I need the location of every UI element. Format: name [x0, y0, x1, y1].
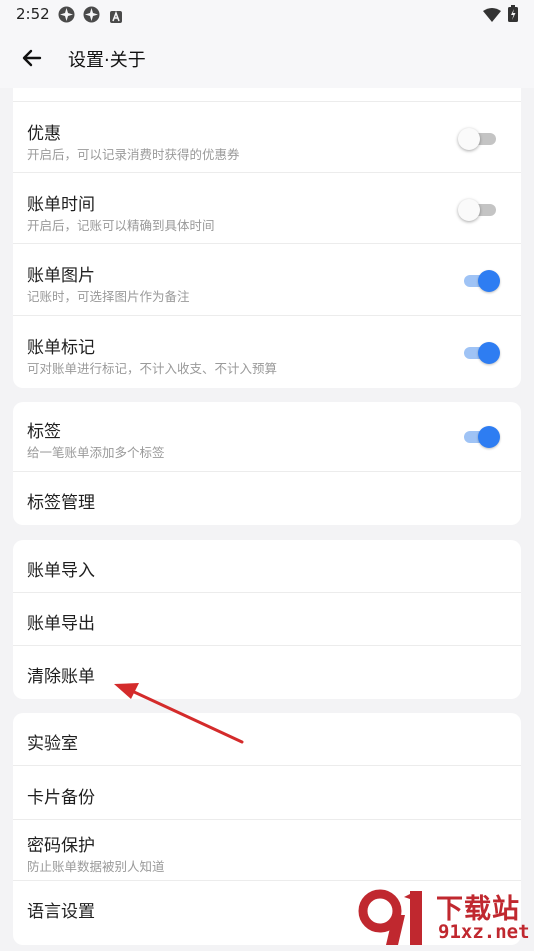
watermark: 下载站 91xz.net [358, 885, 534, 950]
watermark-domain: 91xz.net [438, 921, 530, 943]
watermark-logo-icon [358, 889, 432, 951]
annotation-arrow [114, 683, 244, 744]
